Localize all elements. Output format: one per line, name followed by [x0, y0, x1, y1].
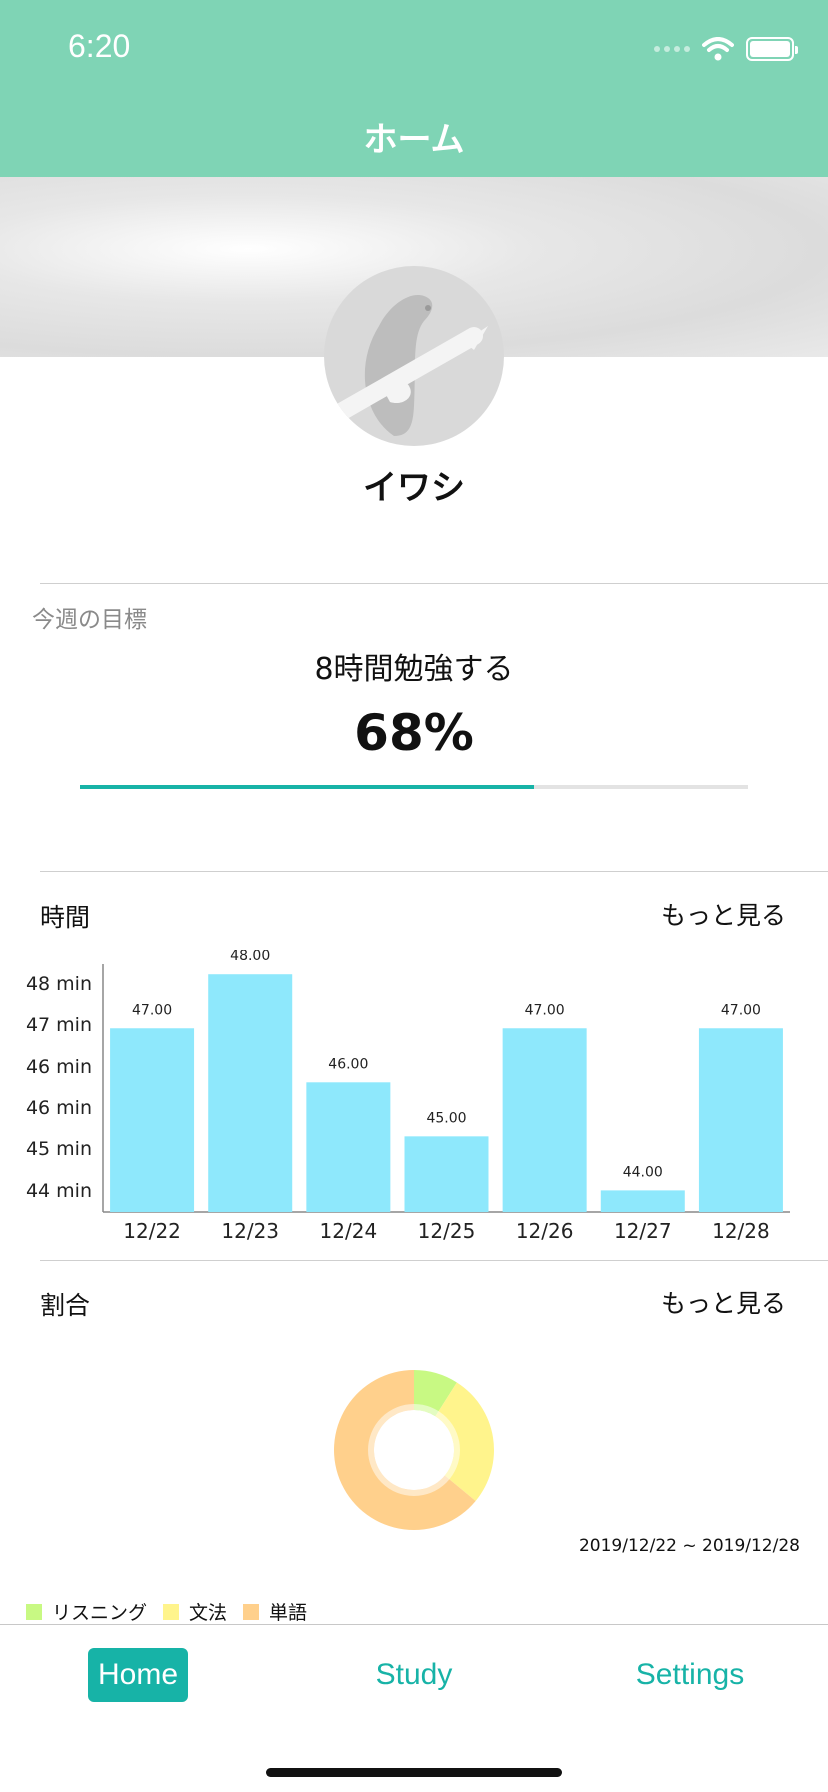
wifi-icon — [702, 37, 734, 61]
goal-progress-fill — [80, 785, 535, 789]
bar-value-label: 48.00 — [230, 950, 270, 964]
time-more-link[interactable]: もっと見る — [661, 896, 786, 932]
bar-value-label: 47.00 — [721, 1002, 761, 1018]
y-tick-label: 47 min — [26, 1014, 92, 1036]
bar-value-label: 45.00 — [426, 1110, 466, 1126]
y-tick-label: 45 min — [26, 1138, 92, 1160]
status-time: 6:20 — [68, 28, 131, 64]
x-tick-label: 12/25 — [418, 1219, 476, 1243]
legend-item-listening: リスニング — [26, 1598, 147, 1625]
time-bar-chart: 48 min 47 min 46 min 46 min 45 min 44 min 47.0… — [26, 950, 790, 1243]
bar-12-22 — [110, 1028, 195, 1212]
page-title: ホーム — [363, 120, 465, 160]
bar-value-label: 47.00 — [132, 1002, 172, 1018]
legend-swatch-listening — [26, 1603, 42, 1620]
x-tick-label: 12/22 — [123, 1219, 181, 1243]
bar-value-label: 47.00 — [525, 1002, 565, 1018]
goal-text: 8時間勉強する — [314, 652, 514, 687]
y-tick-label: 44 min — [26, 1180, 92, 1202]
divider — [40, 583, 828, 584]
bar-12-26 — [502, 1028, 587, 1212]
navigation-bar: 6:20 ホーム — [0, 0, 828, 177]
battery-icon — [746, 37, 798, 61]
ratio-more-link[interactable]: もっと見る — [661, 1284, 786, 1320]
time-section-title: 時間 — [40, 903, 91, 932]
x-tick-label: 12/28 — [712, 1219, 770, 1243]
x-tick-label: 12/26 — [516, 1219, 574, 1243]
cellular-signal-icon — [654, 46, 690, 52]
ratio-section-title: 割合 — [40, 1291, 91, 1320]
bar-12-25 — [404, 1136, 489, 1212]
donut-inner-ring — [368, 1404, 460, 1496]
legend-item-grammar: 文法 — [163, 1598, 227, 1625]
username: イワシ — [363, 468, 465, 508]
bar-12-28 — [698, 1028, 783, 1212]
legend-swatch-grammar — [163, 1603, 180, 1620]
chart-legend: リスニング 文法 単語 — [26, 1598, 313, 1625]
y-tick-label: 48 min — [26, 973, 92, 995]
goal-progress-bar — [80, 785, 748, 789]
y-tick-label: 46 min — [26, 1097, 92, 1119]
legend-label: 単語 — [269, 1602, 308, 1624]
penguin-pen-icon — [325, 295, 488, 436]
date-range: 2019/12/22 ~ 2019/12/28 — [578, 1536, 800, 1556]
legend-label: リスニング — [52, 1602, 148, 1624]
bar-value-label: 44.00 — [623, 1164, 663, 1180]
ratio-donut-chart — [334, 1370, 494, 1530]
x-tick-label: 12/27 — [614, 1219, 672, 1243]
tab-bar: Home Study Settings — [0, 1624, 828, 1792]
bar-value-label: 46.00 — [328, 1056, 368, 1072]
y-tick-label: 46 min — [26, 1056, 92, 1078]
avatar[interactable] — [324, 266, 504, 446]
goal-label: 今週の目標 — [32, 607, 147, 633]
legend-swatch-vocabulary — [243, 1603, 260, 1620]
tab-home[interactable]: Home — [88, 1648, 188, 1702]
home-indicator — [266, 1768, 562, 1777]
x-tick-label: 12/24 — [320, 1219, 378, 1243]
legend-label: 文法 — [189, 1602, 228, 1624]
divider — [40, 1260, 828, 1261]
status-icons — [654, 34, 798, 64]
legend-item-vocabulary: 単語 — [243, 1598, 307, 1625]
tab-settings[interactable]: Settings — [620, 1648, 760, 1702]
goal-percent: 68% — [354, 704, 474, 762]
bar-12-27 — [600, 1190, 685, 1212]
divider — [40, 871, 828, 872]
bar-12-23 — [208, 974, 293, 1212]
bar-12-24 — [306, 1082, 391, 1212]
tab-study[interactable]: Study — [354, 1648, 474, 1702]
x-tick-label: 12/23 — [221, 1219, 279, 1243]
